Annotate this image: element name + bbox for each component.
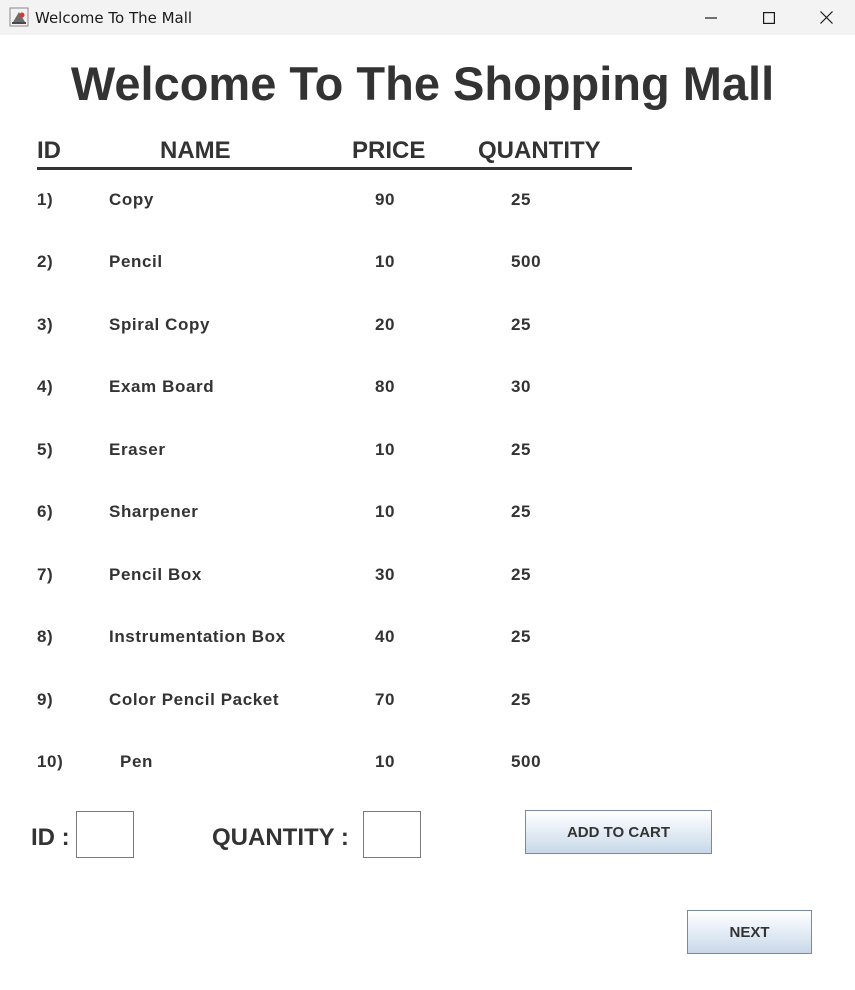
title-bar: Welcome To The Mall bbox=[0, 0, 855, 35]
row-price: 90 bbox=[375, 190, 396, 209]
row-name: Instrumentation Box bbox=[109, 627, 286, 646]
row-price: 10 bbox=[375, 440, 396, 459]
row-id: 9) bbox=[37, 690, 54, 709]
row-id: 10) bbox=[37, 752, 64, 771]
row-price: 70 bbox=[375, 690, 396, 709]
row-name: Pen bbox=[120, 752, 153, 771]
row-id: 8) bbox=[37, 627, 54, 646]
minimize-button[interactable] bbox=[682, 0, 740, 35]
java-app-icon bbox=[9, 7, 29, 27]
row-quantity: 25 bbox=[511, 565, 532, 584]
row-price: 80 bbox=[375, 377, 396, 396]
header-divider bbox=[37, 167, 632, 170]
row-name: Copy bbox=[109, 190, 154, 209]
close-button[interactable] bbox=[797, 0, 855, 35]
row-id: 2) bbox=[37, 252, 54, 271]
close-icon bbox=[819, 11, 833, 24]
row-quantity: 500 bbox=[511, 252, 542, 271]
page-heading: Welcome To The Shopping Mall bbox=[70, 57, 775, 110]
add-to-cart-button[interactable]: ADD TO CART bbox=[525, 810, 712, 854]
row-quantity: 25 bbox=[511, 440, 532, 459]
row-id: 1) bbox=[37, 190, 54, 209]
row-quantity: 25 bbox=[511, 190, 532, 209]
row-name: Spiral Copy bbox=[109, 315, 211, 334]
row-id: 5) bbox=[37, 440, 54, 459]
row-name: Pencil Box bbox=[109, 565, 202, 584]
row-price: 10 bbox=[375, 252, 396, 271]
window-title: Welcome To The Mall bbox=[35, 9, 193, 27]
row-name: Pencil bbox=[109, 252, 163, 271]
column-header-price: PRICE bbox=[352, 137, 426, 164]
row-id: 6) bbox=[37, 502, 54, 521]
id-input[interactable] bbox=[76, 811, 134, 858]
row-name: Color Pencil Packet bbox=[109, 690, 280, 709]
row-price: 30 bbox=[375, 565, 396, 584]
row-quantity: 25 bbox=[511, 502, 532, 521]
row-name: Sharpener bbox=[109, 502, 199, 521]
row-price: 10 bbox=[375, 502, 396, 521]
maximize-button[interactable] bbox=[740, 0, 798, 35]
row-name: Eraser bbox=[109, 440, 166, 459]
column-header-quantity: QUANTITY bbox=[478, 137, 601, 164]
row-id: 4) bbox=[37, 377, 54, 396]
row-price: 40 bbox=[375, 627, 396, 646]
row-quantity: 25 bbox=[511, 315, 532, 334]
minimize-icon bbox=[705, 12, 717, 24]
column-header-id: ID bbox=[37, 137, 61, 164]
column-header-name: NAME bbox=[160, 137, 231, 164]
row-quantity: 25 bbox=[511, 627, 532, 646]
row-price: 10 bbox=[375, 752, 396, 771]
next-button[interactable]: NEXT bbox=[687, 910, 812, 954]
quantity-input[interactable] bbox=[363, 811, 421, 858]
row-quantity: 500 bbox=[511, 752, 542, 771]
quantity-label: QUANTITY : bbox=[212, 824, 349, 851]
row-price: 20 bbox=[375, 315, 396, 334]
row-quantity: 25 bbox=[511, 690, 532, 709]
row-quantity: 30 bbox=[511, 377, 532, 396]
row-id: 7) bbox=[37, 565, 54, 584]
maximize-icon bbox=[763, 11, 775, 24]
row-id: 3) bbox=[37, 315, 54, 334]
id-label: ID : bbox=[31, 824, 70, 851]
row-name: Exam Board bbox=[109, 377, 215, 396]
